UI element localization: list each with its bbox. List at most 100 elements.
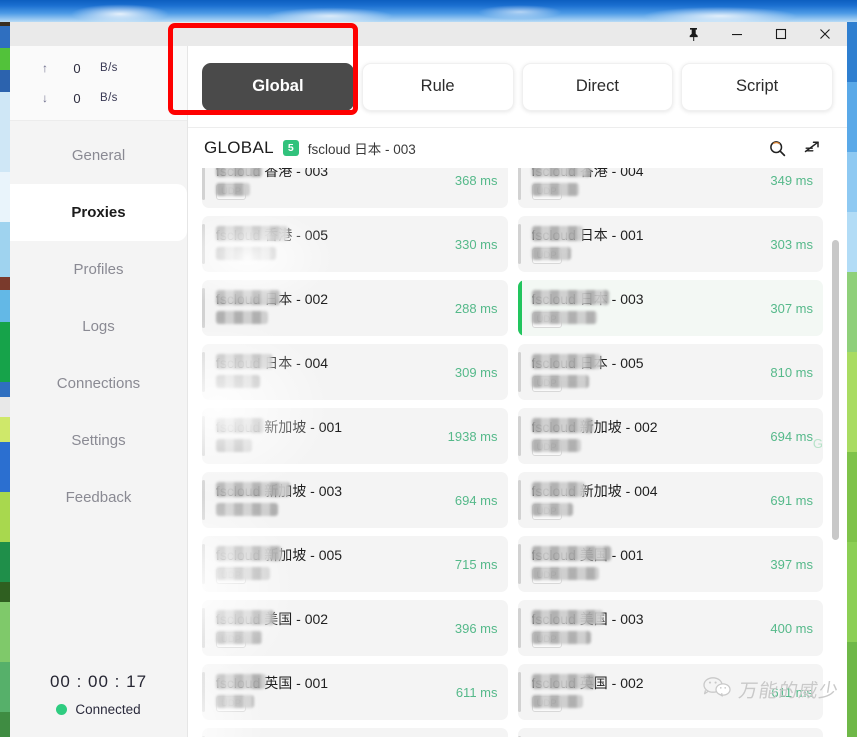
proxy-card[interactable]: fscloud 新加坡 - 003 694 ms xyxy=(202,472,508,528)
proxy-latency: 349 ms xyxy=(770,172,813,188)
download-speed-unit: B/s xyxy=(100,92,118,104)
vertical-scrollbar[interactable] xyxy=(832,240,839,540)
udp-badge: UDP xyxy=(531,312,562,328)
proxy-tags xyxy=(216,249,447,264)
proxy-name: fscloud 新加坡 - 002 xyxy=(531,418,658,435)
proxy-card-body: fscloud 新加坡 - 003 xyxy=(216,481,447,520)
proxy-card-body: fscloud 美国 - 003 UDP xyxy=(531,609,763,648)
proxy-card-body: fscloud 香港 - 003 UDP xyxy=(216,168,447,200)
proxy-name: fscloud 日本 - 005 xyxy=(531,354,644,371)
proxy-tags: UDP xyxy=(216,696,448,712)
proxy-card[interactable]: fscloud 新加坡 - 001 1938 ms xyxy=(202,408,508,464)
mode-tab-label: Direct xyxy=(575,77,619,95)
udp-badge: UDP xyxy=(216,696,247,712)
proxy-card-body: fscloud 日本 - 005 UDP xyxy=(531,353,763,392)
sidebar-item-general[interactable]: General xyxy=(10,127,187,184)
maximize-icon[interactable] xyxy=(759,22,803,46)
sidebar-item-label: Settings xyxy=(71,432,126,449)
proxy-tags: UDP xyxy=(216,632,447,648)
pin-icon[interactable] xyxy=(671,22,715,46)
session-timer: 00 : 00 : 17 xyxy=(49,671,148,691)
proxy-card-body: fscloud 新加坡 - 002 UDP xyxy=(531,417,763,456)
mode-tab-script[interactable]: Script xyxy=(681,62,833,111)
sidebar-item-feedback[interactable]: Feedback xyxy=(10,469,187,526)
proxy-card[interactable]: fscloud 日本 - 001 UDP 303 ms xyxy=(517,216,823,272)
proxy-latency: 1938 ms xyxy=(447,428,498,444)
proxy-card-body: fscloud 新加坡 - 001 xyxy=(216,417,440,456)
proxy-card[interactable]: fscloud 新加坡 - 005 UDP 715 ms xyxy=(202,536,508,592)
app-window: ↑ 0 B/s ↓ 0 B/s General Proxies Profiles Lo… xyxy=(10,22,847,737)
proxy-card[interactable]: fscloud 香港 - 005 330 ms xyxy=(202,216,508,272)
proxy-card-body: fscloud 香港 - 004 UDP xyxy=(531,168,763,200)
proxy-tags xyxy=(216,313,447,328)
proxy-card[interactable]: fscloud 美国 - 002 UDP 396 ms xyxy=(202,600,508,656)
udp-badge: UDP xyxy=(531,696,562,712)
proxy-tags xyxy=(216,377,447,392)
mode-tab-direct[interactable]: Direct xyxy=(521,62,674,111)
selected-node-label: fscloud 日本 - 003 xyxy=(307,142,416,157)
proxy-name: fscloud 日本 - 004 xyxy=(216,354,329,371)
proxy-card[interactable]: fscloud 韩国 - 001 xyxy=(517,728,823,737)
sidebar-item-profiles[interactable]: Profiles xyxy=(10,241,187,298)
sidebar: ↑ 0 B/s ↓ 0 B/s General Proxies Profiles Lo… xyxy=(10,46,188,737)
proxy-card-body: fscloud 新加坡 - 004 UDP xyxy=(531,481,763,520)
udp-badge: UDP xyxy=(531,184,562,200)
upload-arrow-icon: ↑ xyxy=(42,61,48,75)
proxy-tags: UDP xyxy=(531,696,764,712)
proxy-card[interactable]: fscloud 新加坡 - 004 UDP 691 ms xyxy=(517,472,823,528)
proxy-card-body: fscloud 新加坡 - 005 UDP xyxy=(216,545,447,584)
proxy-card-body: fscloud 美国 - 002 UDP xyxy=(216,609,447,648)
proxy-tags: UDP xyxy=(531,632,763,648)
proxy-card[interactable]: fscloud 英国 - 001 UDP 611 ms xyxy=(202,664,508,720)
proxy-card[interactable]: fscloud 英国 - 002 UDP 611 ms xyxy=(517,664,823,720)
search-icon[interactable] xyxy=(764,135,790,161)
speed-test-icon[interactable] xyxy=(799,135,825,161)
proxy-name: fscloud 美国 - 002 xyxy=(216,610,329,627)
proxy-card[interactable]: fscloud 日本 - 003 UDP 307 ms xyxy=(517,280,823,336)
proxy-card-body: fscloud 英国 - 001 UDP xyxy=(216,673,448,712)
connection-status-label: Connected xyxy=(75,701,141,717)
proxy-card[interactable]: fscloud 香港 - 004 UDP 349 ms xyxy=(517,168,823,208)
status-panel: 00 : 00 : 17 Connected xyxy=(10,651,187,737)
sidebar-item-label: Feedback xyxy=(65,489,132,506)
proxy-tags: UDP xyxy=(531,248,763,264)
proxy-name: fscloud 新加坡 - 004 xyxy=(531,482,658,499)
sidebar-item-label: Profiles xyxy=(73,261,124,278)
proxy-card[interactable]: fscloud 日本 - 002 288 ms xyxy=(202,280,508,336)
proxy-latency: 330 ms xyxy=(454,236,498,252)
proxy-latency: 694 ms xyxy=(454,492,498,508)
upload-speed-unit: B/s xyxy=(100,62,118,74)
proxy-card[interactable]: fscloud 日本 - 004 309 ms xyxy=(202,344,508,400)
proxy-card[interactable]: fscloud 英国 - 002 xyxy=(202,728,508,737)
proxy-card-body: fscloud 日本 - 002 xyxy=(216,289,447,328)
proxy-list-viewport: fscloud 香港 - 003 UDP 368 ms fscloud 香港 - 00… xyxy=(188,168,847,737)
proxy-card[interactable]: fscloud 新加坡 - 002 UDP 694 ms xyxy=(517,408,823,464)
mode-tab-global[interactable]: Global xyxy=(202,62,354,111)
proxy-card[interactable]: fscloud 美国 - 003 UDP 400 ms xyxy=(517,600,823,656)
udp-badge: UDP xyxy=(531,568,562,584)
proxy-latency: 396 ms xyxy=(454,620,498,636)
proxy-card[interactable]: fscloud 美国 - 001 UDP 397 ms xyxy=(517,536,823,592)
mode-tab-rule[interactable]: Rule xyxy=(361,62,514,111)
sidebar-item-proxies[interactable]: Proxies xyxy=(10,184,187,241)
sidebar-nav: General Proxies Profiles Logs Connections Set… xyxy=(10,121,187,651)
proxy-tags: UDP xyxy=(531,376,763,392)
udp-badge: UDP xyxy=(531,632,562,648)
sidebar-item-connections[interactable]: Connections xyxy=(10,355,187,412)
proxy-name: fscloud 英国 - 002 xyxy=(531,674,644,691)
upload-speed-row: ↑ 0 B/s xyxy=(36,53,187,83)
proxy-latency: 307 ms xyxy=(770,300,813,316)
minimize-icon[interactable] xyxy=(715,22,759,46)
connection-status: Connected xyxy=(56,701,141,717)
proxy-name: fscloud 香港 - 004 xyxy=(531,168,644,179)
sidebar-item-label: General xyxy=(71,147,126,164)
proxy-latency: 400 ms xyxy=(770,620,813,636)
proxy-card[interactable]: fscloud 香港 - 003 UDP 368 ms xyxy=(202,168,508,208)
sidebar-item-logs[interactable]: Logs xyxy=(10,298,187,355)
sidebar-item-settings[interactable]: Settings xyxy=(10,412,187,469)
download-arrow-icon: ↓ xyxy=(42,91,48,105)
proxy-card-body: fscloud 美国 - 001 UDP xyxy=(531,545,763,584)
proxy-card[interactable]: fscloud 日本 - 005 UDP 810 ms xyxy=(517,344,823,400)
proxy-tags: UDP xyxy=(531,568,763,584)
close-icon[interactable] xyxy=(803,22,847,46)
